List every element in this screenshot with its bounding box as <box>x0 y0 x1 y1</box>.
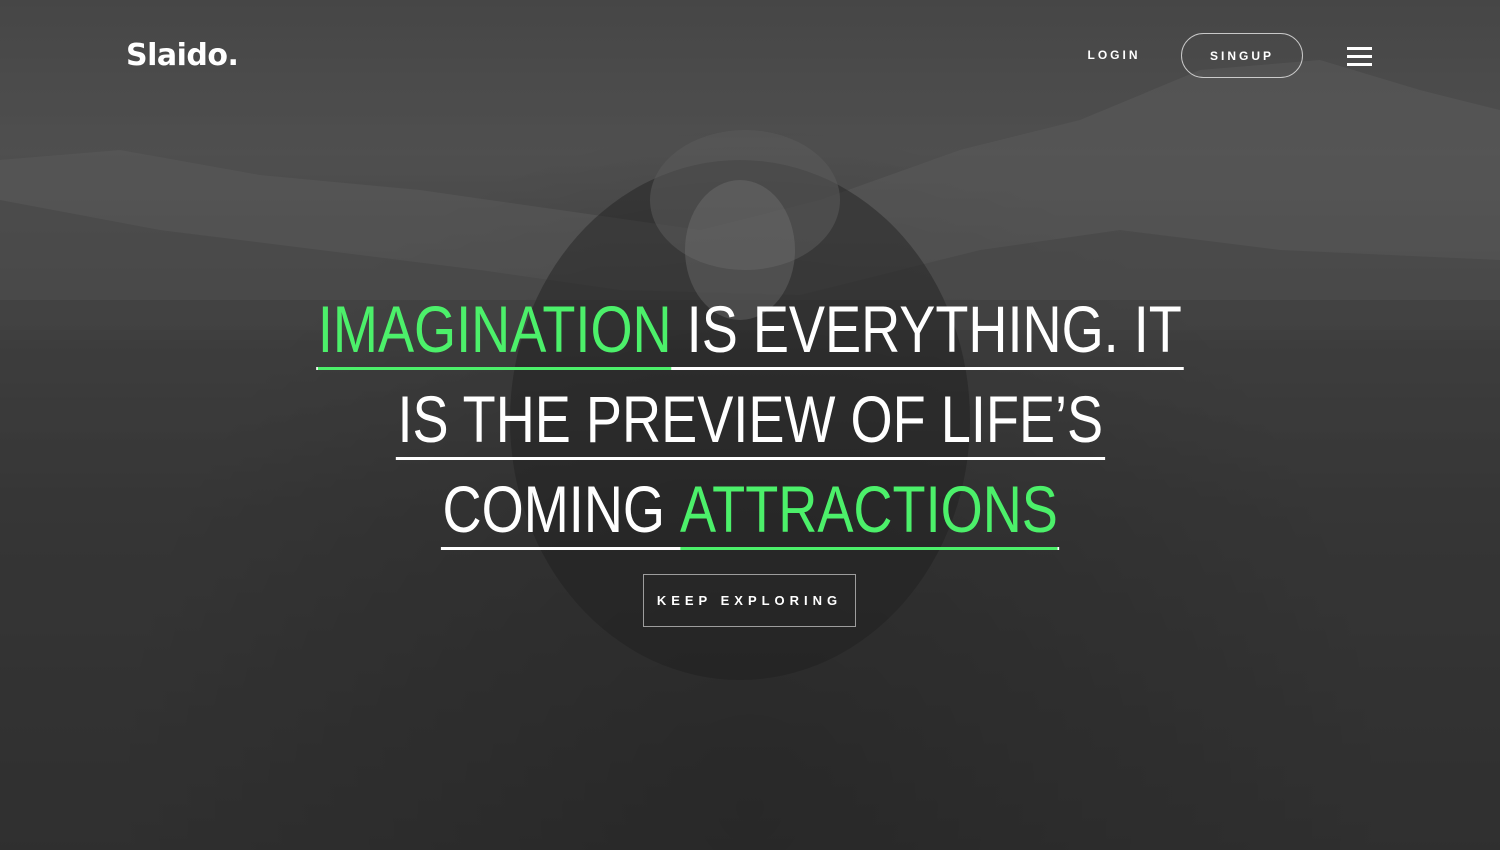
heading-line-3-text: COMING <box>442 472 680 546</box>
heading-accent-attractions: ATTRACTIONS <box>679 471 1058 550</box>
menu-bar <box>1347 63 1372 66</box>
hero-heading: IMAGINATION IS EVERYTHING. IT IS THE PRE… <box>0 280 1500 550</box>
logo[interactable]: Slaido. <box>126 38 239 73</box>
heading-line-3: COMING ATTRACTIONS <box>0 460 1500 550</box>
hamburger-menu-icon[interactable] <box>1347 47 1372 67</box>
menu-bar <box>1347 47 1372 50</box>
heading-line-1-text: IS EVERYTHING. IT <box>671 292 1183 366</box>
site-header: Slaido. LOGIN SINGUP <box>0 0 1500 115</box>
heading-line-2-text: IS THE PREVIEW OF LIFE’S <box>395 381 1105 460</box>
keep-exploring-button[interactable]: KEEP EXPLORING <box>643 574 856 627</box>
menu-bar <box>1347 55 1372 58</box>
heading-line-2: IS THE PREVIEW OF LIFE’S <box>0 370 1500 460</box>
signup-button[interactable]: SINGUP <box>1181 33 1303 78</box>
heading-accent-imagination: IMAGINATION <box>317 291 672 370</box>
login-link[interactable]: LOGIN <box>1080 48 1148 62</box>
heading-line-1: IMAGINATION IS EVERYTHING. IT <box>0 280 1500 370</box>
